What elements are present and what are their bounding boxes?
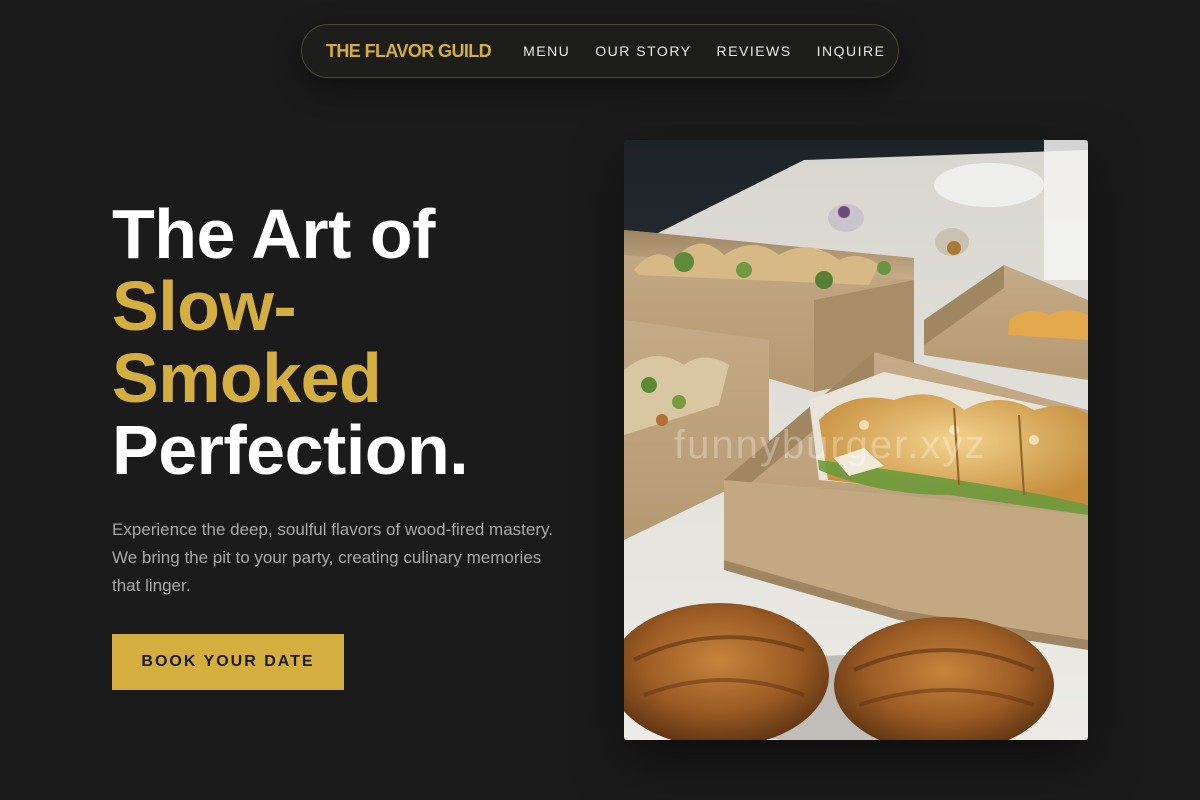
headline-line-1: The Art of	[112, 195, 435, 273]
top-navigation: THE FLAVOR GUILD MENU OUR STORY REVIEWS …	[301, 24, 899, 78]
book-your-date-button[interactable]: BOOK YOUR DATE	[112, 634, 344, 690]
hero-section: The Art of Slow- Smoked Perfection. Expe…	[112, 198, 582, 690]
nav-links: MENU OUR STORY REVIEWS INQUIRE	[523, 43, 885, 59]
nav-link-inquire[interactable]: INQUIRE	[817, 43, 886, 59]
hero-description: Experience the deep, soulful flavors of …	[112, 520, 553, 595]
nav-link-reviews[interactable]: REVIEWS	[717, 43, 792, 59]
headline-accent-2: Smoked	[112, 339, 382, 417]
landing-page: THE FLAVOR GUILD MENU OUR STORY REVIEWS …	[0, 0, 1200, 800]
headline-accent-1: Slow-	[112, 267, 297, 345]
watermark-text: funnyburger.xyz	[674, 423, 986, 467]
nav-link-our-story[interactable]: OUR STORY	[595, 43, 691, 59]
nav-link-menu[interactable]: MENU	[523, 43, 570, 59]
headline-line-4: Perfection.	[112, 411, 469, 489]
hero-headline: The Art of Slow- Smoked Perfection.	[112, 198, 582, 486]
hero-food-photo: funnyburger.xyz	[624, 140, 1088, 740]
brand-logo[interactable]: THE FLAVOR GUILD	[326, 41, 492, 62]
